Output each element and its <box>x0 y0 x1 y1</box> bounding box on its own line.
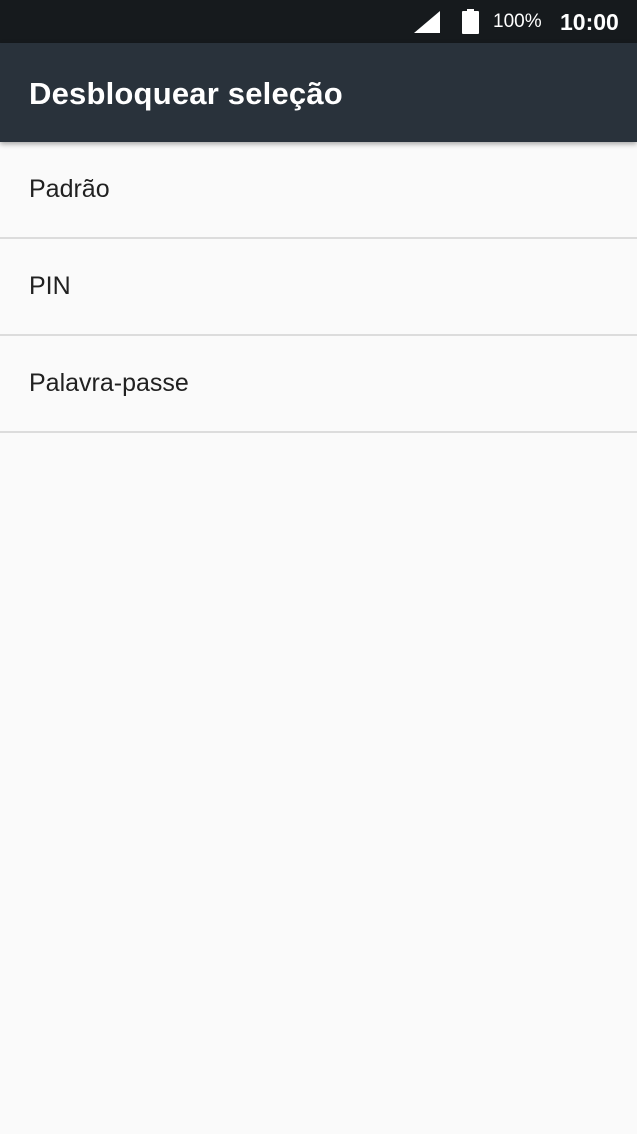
status-bar: 100% 10:00 <box>0 0 637 43</box>
option-password[interactable]: Palavra-passe <box>0 336 637 433</box>
page-title: Desbloquear seleção <box>29 76 343 111</box>
battery-icon <box>462 9 479 34</box>
option-pattern[interactable]: Padrão <box>0 142 637 239</box>
unlock-options-list: Padrão PIN Palavra-passe <box>0 142 637 433</box>
clock: 10:00 <box>560 9 619 35</box>
app-bar: Desbloquear seleção <box>0 43 637 142</box>
option-pin[interactable]: PIN <box>0 239 637 336</box>
option-label: PIN <box>29 272 71 300</box>
battery-percentage: 100% <box>493 11 542 32</box>
option-label: Palavra-passe <box>29 369 189 397</box>
option-label: Padrão <box>29 175 110 203</box>
signal-icon <box>414 11 440 33</box>
